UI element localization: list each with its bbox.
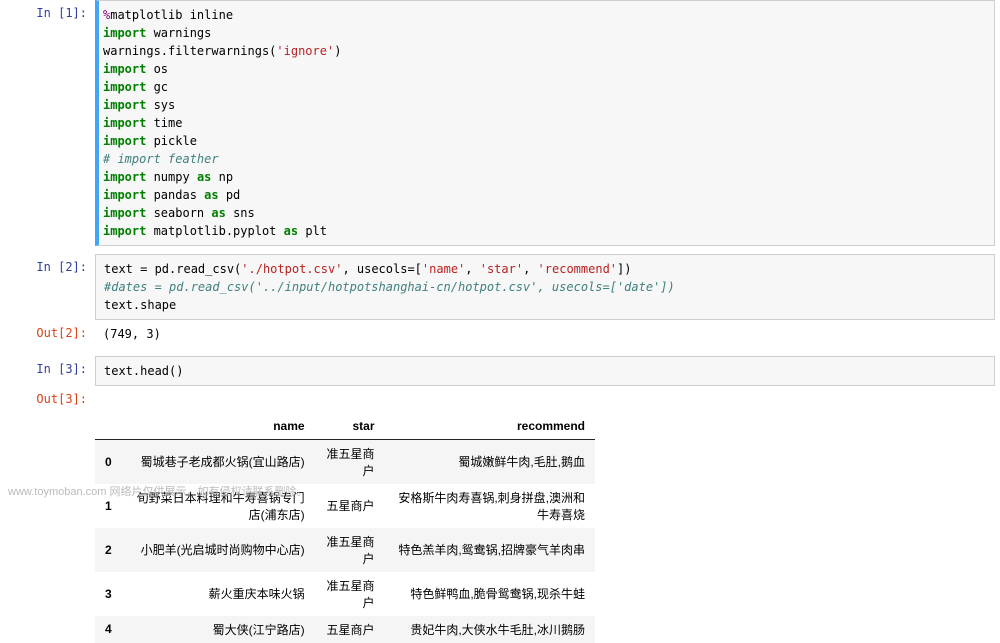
row-index: 0 xyxy=(95,439,122,484)
cell-3: In [3]: text.head() xyxy=(0,356,1000,386)
cell-recommend: 蜀城嫩鲜牛肉,毛肚,鹅血 xyxy=(385,439,596,484)
watermark-text: www.toymoban.com 网络片仅供展示，如有侵权请联系删除。 xyxy=(8,483,307,499)
cell-2: In [2]: text = pd.read_csv('./hotpot.csv… xyxy=(0,254,1000,320)
cell-star: 五星商户 xyxy=(315,616,385,643)
table-row: 2 小肥羊(光启城时尚购物中心店) 准五星商户 特色羔羊肉,鸳鸯锅,招牌豪气羊肉… xyxy=(95,528,595,572)
cell-1: In [1]: %matplotlib inline import warnin… xyxy=(0,0,1000,246)
prompt-out-3: Out[3]: xyxy=(0,386,95,413)
code-input-3[interactable]: text.head() xyxy=(95,356,995,386)
cell-name: 蜀城巷子老成都火锅(宜山路店) xyxy=(122,439,315,484)
col-recommend: recommend xyxy=(385,413,596,440)
cell-2-out: Out[2]: (749, 3) xyxy=(0,320,1000,348)
cell-recommend: 贵妃牛肉,大侠水牛毛肚,冰川鹅肠 xyxy=(385,616,596,643)
prompt-in-1: In [1]: xyxy=(0,0,95,246)
cell-recommend: 特色羔羊肉,鸳鸯锅,招牌豪气羊肉串 xyxy=(385,528,596,572)
cell-star: 准五星商户 xyxy=(315,528,385,572)
table-header-row: name star recommend xyxy=(95,413,595,440)
cell-name: 薪火重庆本味火锅 xyxy=(122,572,315,616)
row-index: 2 xyxy=(95,528,122,572)
table-row: 4 蜀大侠(江宁路店) 五星商户 贵妃牛肉,大侠水牛毛肚,冰川鹅肠 xyxy=(95,616,595,643)
code-input-1[interactable]: %matplotlib inline import warnings warni… xyxy=(95,0,995,246)
cell-star: 准五星商户 xyxy=(315,572,385,616)
table-body: 0 蜀城巷子老成都火锅(宜山路店) 准五星商户 蜀城嫩鲜牛肉,毛肚,鹅血 1 旬… xyxy=(95,439,595,643)
prompt-out-2: Out[2]: xyxy=(0,320,95,348)
output-text-2: (749, 3) xyxy=(95,320,1000,348)
cell-recommend: 特色鲜鸭血,脆骨鸳鸯锅,现杀牛蛙 xyxy=(385,572,596,616)
prompt-in-2: In [2]: xyxy=(0,254,95,320)
cell-3-out: Out[3]: xyxy=(0,386,1000,413)
output-text-3 xyxy=(95,386,1000,413)
table-row: 3 薪火重庆本味火锅 准五星商户 特色鲜鸭血,脆骨鸳鸯锅,现杀牛蛙 xyxy=(95,572,595,616)
cell-star: 准五星商户 xyxy=(315,439,385,484)
row-index: 3 xyxy=(95,572,122,616)
cell-star: 五星商户 xyxy=(315,484,385,528)
row-index: 4 xyxy=(95,616,122,643)
cell-name: 小肥羊(光启城时尚购物中心店) xyxy=(122,528,315,572)
cell-recommend: 安格斯牛肉寿喜锅,刺身拼盘,澳洲和牛寿喜烧 xyxy=(385,484,596,528)
index-header xyxy=(95,413,122,440)
cell-name: 蜀大侠(江宁路店) xyxy=(122,616,315,643)
table-row: 0 蜀城巷子老成都火锅(宜山路店) 准五星商户 蜀城嫩鲜牛肉,毛肚,鹅血 xyxy=(95,439,595,484)
code-input-2[interactable]: text = pd.read_csv('./hotpot.csv', useco… xyxy=(95,254,995,320)
col-star: star xyxy=(315,413,385,440)
dataframe-table: name star recommend 0 蜀城巷子老成都火锅(宜山路店) 准五… xyxy=(95,413,595,643)
prompt-in-3: In [3]: xyxy=(0,356,95,386)
col-name: name xyxy=(122,413,315,440)
